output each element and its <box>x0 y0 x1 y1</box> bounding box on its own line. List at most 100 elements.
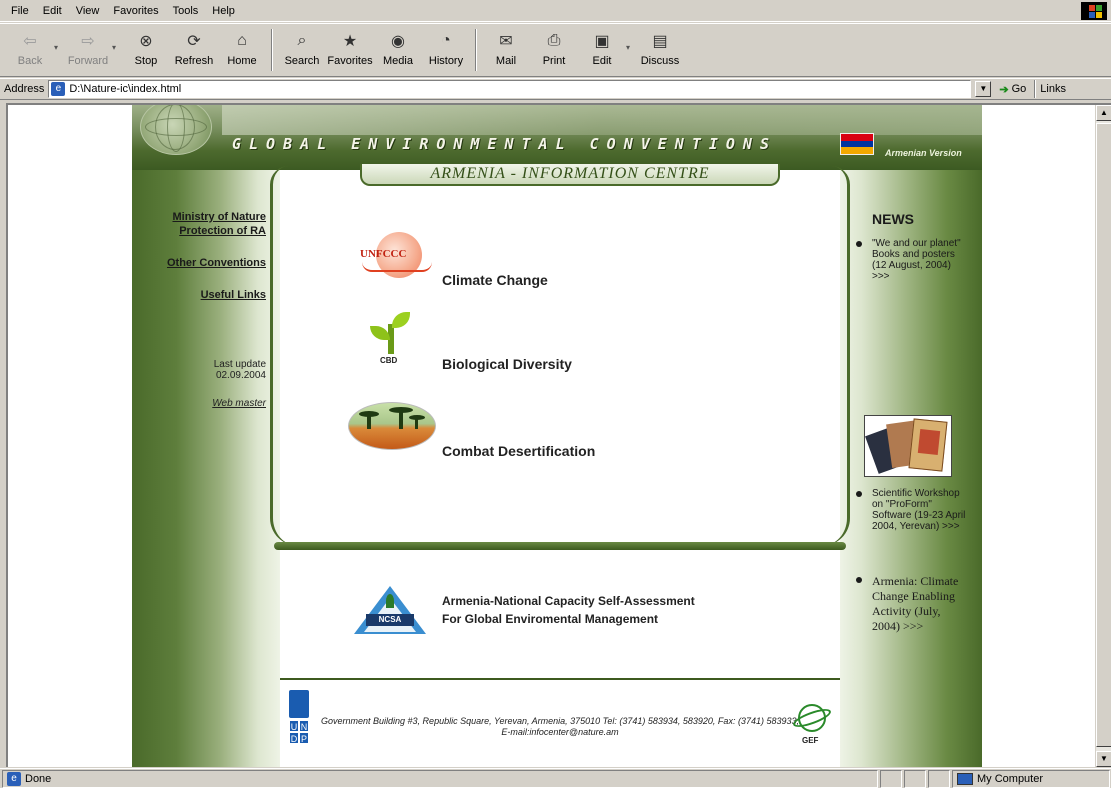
page-footer: U N D P Government Building #3, Republic… <box>280 680 840 767</box>
header-banner: GLOBAL ENVIRONMENTAL CONVENTIONS Armenia… <box>132 105 982 170</box>
contact-info: Government Building #3, Republic Square,… <box>321 716 799 737</box>
back-button[interactable]: ⇦ Back <box>6 27 54 73</box>
web-page: GLOBAL ENVIRONMENTAL CONVENTIONS Armenia… <box>132 105 982 767</box>
media-button[interactable]: ◉ Media <box>374 27 422 73</box>
go-button[interactable]: ➔ Go <box>999 83 1026 96</box>
edit-dropdown[interactable]: ▾ <box>626 43 636 52</box>
last-update-date: 02.09.2004 <box>215 370 266 381</box>
refresh-button[interactable]: ⟳ Refresh <box>170 27 218 73</box>
climate-change-link[interactable]: Climate Change <box>442 272 548 288</box>
mail-button[interactable]: ✉ Mail <box>482 27 530 73</box>
status-pane <box>928 769 950 788</box>
undp-logo[interactable]: U N D P <box>289 690 309 766</box>
useful-links-link[interactable]: Useful Links <box>132 288 266 302</box>
stop-icon: ⊗ <box>139 33 153 50</box>
desertification-entry[interactable] <box>344 396 440 452</box>
print-button[interactable]: ⎙ Print <box>530 27 578 73</box>
bullet-icon <box>856 577 862 583</box>
combat-desertification-link[interactable]: Combat Desertification <box>442 443 595 459</box>
banner-sky <box>222 105 982 135</box>
back-dropdown[interactable]: ▾ <box>54 43 64 52</box>
news-item[interactable]: Armenia: Climate Change Enabling Activit… <box>856 574 968 634</box>
discuss-button[interactable]: ▤ Discuss <box>636 27 684 73</box>
cbd-logo-text: CBD <box>380 356 398 365</box>
unfccc-logo-text: UNFCCC <box>360 248 407 260</box>
status-bar: e Done My Computer <box>0 768 1111 788</box>
desertification-logo[interactable] <box>344 396 440 452</box>
ministry-link[interactable]: Ministry of Nature Protection of RA <box>132 210 266 238</box>
last-update-label: Last update <box>213 359 266 370</box>
armenian-flag-icon[interactable] <box>840 133 874 155</box>
news-item[interactable]: "We and our planet" Books and posters (1… <box>856 238 968 282</box>
gef-logo-text: GEF <box>802 736 819 745</box>
search-button[interactable]: ⌕ Search <box>278 27 326 73</box>
edit-button[interactable]: ▣ Edit <box>578 27 626 73</box>
site-subtitle: ARMENIA - INFORMATION CENTRE <box>430 165 710 182</box>
refresh-icon: ⟳ <box>187 33 201 50</box>
ncsa-entry[interactable]: NCSA <box>344 582 440 638</box>
unfccc-logo[interactable]: UNFCCC <box>344 226 440 282</box>
biological-diversity-link[interactable]: Biological Diversity <box>442 356 572 372</box>
zone-label: My Computer <box>977 772 1044 785</box>
news-heading: NEWS <box>872 211 914 227</box>
menu-tools[interactable]: Tools <box>166 1 206 21</box>
scroll-up-button[interactable]: ▲ <box>1096 105 1111 121</box>
left-nav: Ministry of Nature Protection of RA Othe… <box>132 210 266 320</box>
unfccc-swoosh <box>362 262 432 272</box>
frame-curve <box>270 166 298 546</box>
menu-view[interactable]: View <box>69 1 107 21</box>
stop-button[interactable]: ⊗ Stop <box>122 27 170 73</box>
status-pane <box>904 769 926 788</box>
menu-file[interactable]: File <box>4 1 36 21</box>
gef-logo[interactable]: GEF <box>791 704 833 750</box>
menu-favorites[interactable]: Favorites <box>106 1 165 21</box>
back-arrow-icon: ⇦ <box>23 33 37 50</box>
books-posters-image[interactable] <box>864 415 952 477</box>
favorites-star-icon: ★ <box>342 33 358 50</box>
menu-help[interactable]: Help <box>205 1 242 21</box>
ncsa-line2: For Global Enviromental Management <box>442 612 659 626</box>
favorites-button[interactable]: ★ Favorites <box>326 27 374 73</box>
frame-curve <box>822 166 850 546</box>
other-conventions-link[interactable]: Other Conventions <box>132 256 266 270</box>
address-input[interactable]: e D:\Nature-ic\index.html <box>48 80 972 98</box>
standard-toolbar: ⇦ Back ▾ ⇨ Forward ▾ ⊗ Stop ⟳ Refresh ⌂ … <box>0 23 1111 77</box>
banner-title: GLOBAL ENVIRONMENTAL CONVENTIONS <box>232 135 777 153</box>
leaf-icon <box>392 312 410 328</box>
my-computer-icon <box>957 772 973 785</box>
search-icon: ⌕ <box>297 32 307 49</box>
menu-edit[interactable]: Edit <box>36 1 69 21</box>
climate-change-entry[interactable]: UNFCCC <box>344 226 440 282</box>
subtitle-ribbon: ARMENIA - INFORMATION CENTRE <box>360 164 780 186</box>
cbd-logo[interactable]: CBD <box>344 310 440 366</box>
ncsa-link[interactable]: Armenia-National Capacity Self-Assessmen… <box>442 592 695 628</box>
ncsa-logo-text: NCSA <box>366 614 414 626</box>
home-button[interactable]: ⌂ Home <box>218 27 266 73</box>
news-item[interactable]: Scientific Workshop on "ProForm" Softwar… <box>856 488 968 532</box>
status-pane <box>880 769 902 788</box>
address-dropdown-button[interactable]: ▼ <box>975 81 992 97</box>
webmaster-link[interactable]: Web master <box>132 398 266 409</box>
ncsa-logo[interactable]: NCSA <box>344 582 440 638</box>
go-arrow-icon: ➔ <box>999 83 1009 96</box>
printer-icon: ⎙ <box>547 32 561 49</box>
toolbar-separator <box>271 29 273 71</box>
scroll-thumb[interactable] <box>1096 123 1111 747</box>
forward-button[interactable]: ⇨ Forward <box>64 27 112 73</box>
bullet-icon <box>856 491 862 497</box>
history-button[interactable]: ◔ History <box>422 27 470 73</box>
tree-icon <box>386 594 394 608</box>
security-zone: My Computer <box>952 769 1110 788</box>
mail-icon: ✉ <box>499 33 513 50</box>
bullet-icon <box>856 241 862 247</box>
armenian-version-link[interactable]: Armenian Version <box>885 148 962 158</box>
vertical-scrollbar[interactable]: ▲ ▼ <box>1095 105 1111 767</box>
links-button[interactable]: Links <box>1040 83 1066 95</box>
scroll-down-button[interactable]: ▼ <box>1096 751 1111 767</box>
forward-dropdown[interactable]: ▾ <box>112 43 122 52</box>
news-item-text: "We and our planet" Books and posters (1… <box>872 238 961 282</box>
leaf-icon <box>370 326 390 340</box>
biodiversity-entry[interactable]: CBD <box>344 310 440 366</box>
status-text: Done <box>25 772 52 785</box>
page-icon: e <box>51 82 66 96</box>
